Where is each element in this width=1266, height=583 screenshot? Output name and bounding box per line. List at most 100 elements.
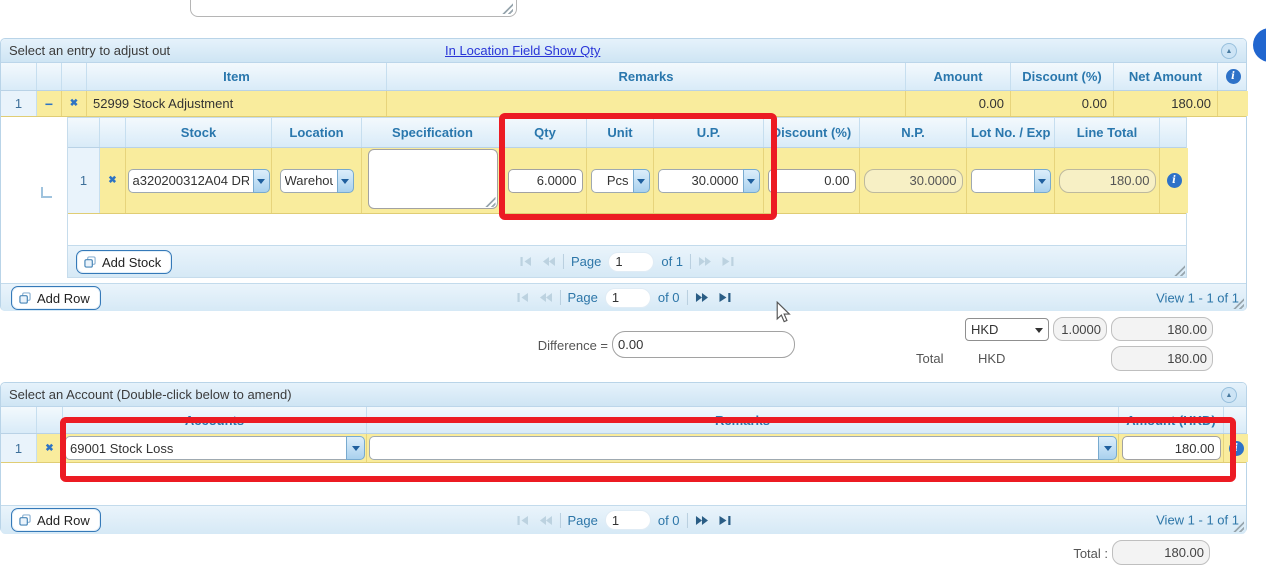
amount-input[interactable] [1122,436,1221,460]
remarks-input[interactable] [369,436,1098,460]
header-net-price: N.P. [860,118,967,147]
account-input[interactable] [65,436,346,460]
net-price-cell [860,148,967,213]
add-row-button[interactable]: Add Row [11,286,101,310]
pager-divider [687,290,688,305]
first-page-icon[interactable] [515,292,530,303]
of-label: of 1 [661,254,683,269]
last-page-icon[interactable] [717,515,732,526]
currency-select[interactable]: HKD [965,318,1049,341]
account-total-label: Total : [1040,546,1108,561]
stock-input[interactable] [128,169,253,193]
next-page-icon[interactable] [695,515,710,526]
header-discount: Discount (%) [1011,63,1114,90]
difference-input[interactable] [612,331,795,358]
note-textarea[interactable] [190,0,517,17]
header-rownum [1,407,37,433]
header-amount: Amount [906,63,1011,90]
header-collapse [37,63,62,90]
add-row-icon [19,292,31,304]
last-page-icon[interactable] [720,256,735,267]
location-dropdown-icon[interactable] [337,169,354,193]
lot-no-dropdown-icon[interactable] [1034,169,1051,193]
add-row-button[interactable]: Add Row [11,508,101,532]
account-pager: Page of 0 [515,510,731,530]
page-input[interactable] [605,288,651,308]
stock-subgrid: Stock Location Specification Qty Unit U.… [67,117,1187,278]
entry-panel-header: Select an entry to adjust out In Locatio… [1,39,1246,63]
location-input[interactable] [280,169,337,193]
unit-input[interactable] [591,169,633,193]
net-amount-cell: 180.00 [1114,91,1218,116]
info-icon[interactable]: i [1167,173,1182,188]
account-cell [63,434,367,462]
collapse-row-icon[interactable]: − [45,96,53,112]
delete-row-icon[interactable]: ✖ [45,443,53,454]
floating-help-button[interactable] [1253,28,1266,62]
row-delete-cell: ✖ [62,91,87,116]
account-combo [65,436,365,460]
header-delete [100,118,126,147]
unit-dropdown-icon[interactable] [633,169,650,193]
currency-value: HKD [971,322,998,337]
resize-grip[interactable] [1174,265,1185,276]
delete-row-icon[interactable]: ✖ [108,175,116,186]
account-dropdown-icon[interactable] [346,436,365,460]
first-page-icon[interactable] [519,256,534,267]
entry-row[interactable]: 1 − ✖ 52999 Stock Adjustment 0.00 0.00 1… [1,91,1246,117]
info-icon[interactable]: i [1226,69,1241,84]
account-grid-header: Accounts Remarks Amount (HKD) [1,407,1246,434]
total-amount-input [1111,346,1213,371]
delete-row-icon[interactable]: ✖ [70,98,78,109]
row-number: 1 [1,91,37,116]
first-page-icon[interactable] [515,515,530,526]
add-stock-button[interactable]: Add Stock [76,250,172,274]
prev-page-icon[interactable] [541,256,556,267]
specification-cell [362,148,504,213]
prev-page-icon[interactable] [537,515,552,526]
pager-divider [690,254,691,269]
location-combo [280,169,354,193]
prev-page-icon[interactable] [537,292,552,303]
line-total-input [1059,169,1156,193]
account-row[interactable]: 1 ✖ i [1,434,1246,463]
last-page-icon[interactable] [717,292,732,303]
account-panel-collapse-button[interactable]: ▲ [1221,387,1237,403]
add-stock-icon [84,256,96,268]
pager-divider [687,513,688,528]
discount-input[interactable] [768,169,856,193]
stock-dropdown-icon[interactable] [253,169,270,193]
in-location-field-show-qty-link[interactable]: In Location Field Show Qty [445,43,600,58]
header-rownum [1,63,37,90]
remarks-combo [369,436,1117,460]
next-page-icon[interactable] [695,292,710,303]
lot-no-input[interactable] [971,169,1034,193]
header-info [1160,118,1188,147]
header-rownum [68,118,100,147]
header-qty: Qty [504,118,587,147]
entry-panel-title: Select an entry to adjust out [9,43,170,58]
page-label: Page [567,513,597,528]
add-row-label: Add Row [37,513,90,528]
total-currency-label: HKD [978,351,1005,366]
next-page-icon[interactable] [698,256,713,267]
add-row-icon [19,514,31,526]
unit-price-cell [654,148,764,213]
entry-pager-bar: Add Row Page of 0 View 1 - 1 of 1 [1,283,1246,311]
remarks-cell [367,434,1119,462]
header-accounts: Accounts [63,407,367,433]
entry-panel-collapse-button[interactable]: ▲ [1221,43,1237,59]
remarks-dropdown-icon[interactable] [1098,436,1117,460]
specification-textarea[interactable] [368,149,498,209]
stock-grid-header: Stock Location Specification Qty Unit U.… [68,118,1186,148]
account-panel-title: Select an Account (Double-click below to… [9,387,292,402]
page-input[interactable] [605,510,651,530]
unit-price-dropdown-icon[interactable] [743,169,760,193]
collapse-arrow-icon: ▲ [1226,392,1233,399]
info-icon[interactable]: i [1229,441,1244,456]
stock-row[interactable]: 1 ✖ [68,148,1186,214]
page-input[interactable] [608,252,654,272]
unit-price-input[interactable] [658,169,743,193]
qty-input[interactable] [508,169,583,193]
of-label: of 0 [658,513,680,528]
